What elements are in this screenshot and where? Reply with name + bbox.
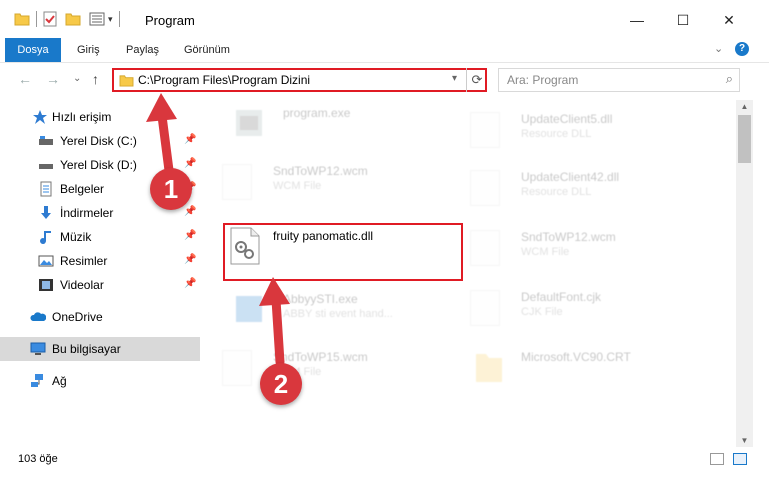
arrow-1	[146, 93, 177, 183]
step-badge-2: 2	[260, 363, 302, 405]
annotation-arrows	[146, 93, 290, 367]
step-badge-1: 1	[150, 168, 192, 210]
arrow-2	[259, 277, 290, 367]
